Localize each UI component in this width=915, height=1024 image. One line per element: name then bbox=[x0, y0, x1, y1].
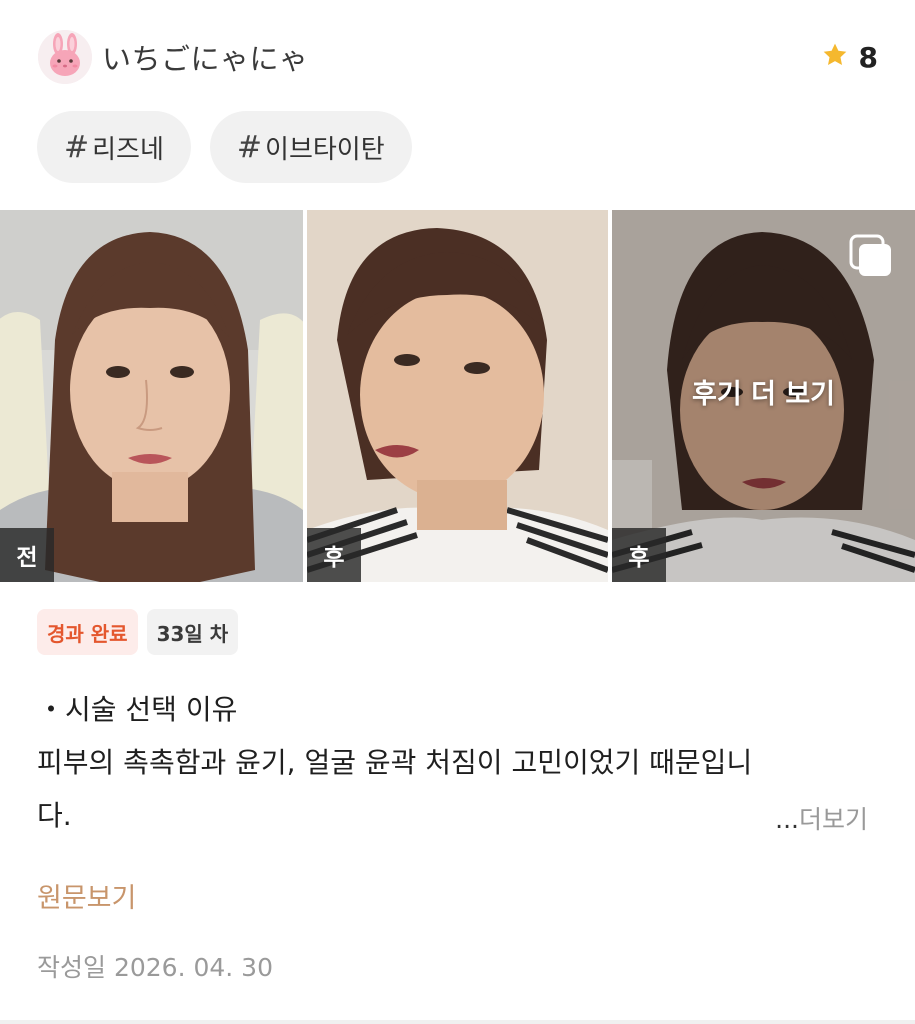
bunny-avatar-icon[interactable] bbox=[38, 30, 92, 84]
before-photo[interactable]: 전 bbox=[0, 210, 303, 582]
photo-gallery: 전 후 후기 더 보기 후 bbox=[0, 210, 915, 582]
rating: 8 bbox=[821, 41, 878, 74]
review-text: ・시술 선택 이유 피부의 촉촉함과 윤기, 얼굴 윤곽 처짐이 고민이었기 때… bbox=[37, 683, 867, 842]
after-label: 후 bbox=[612, 528, 666, 582]
after-photo-more[interactable]: 후기 더 보기 후 bbox=[612, 210, 915, 582]
read-more-link[interactable]: ...더보기 bbox=[775, 800, 868, 836]
hashtag-chip[interactable]: # 이브타이탄 bbox=[209, 111, 412, 183]
hashtag-label: 리즈네 bbox=[92, 134, 164, 165]
ellipsis: ... bbox=[775, 805, 799, 834]
after-photo[interactable]: 후 bbox=[307, 210, 608, 582]
before-label: 전 bbox=[0, 528, 54, 582]
hashtag-chip[interactable]: # 리즈네 bbox=[37, 111, 191, 183]
after-label: 후 bbox=[307, 528, 361, 582]
day-count-badge: 33일 차 bbox=[146, 609, 239, 655]
hashtag-label: 이브타이탄 bbox=[265, 134, 385, 165]
read-more-label: 더보기 bbox=[798, 805, 868, 834]
view-original-link[interactable]: 원문보기 bbox=[37, 876, 136, 915]
hashtag-list: # 리즈네 # 이브타이탄 bbox=[37, 111, 412, 183]
status-badge: 경과 완료 bbox=[37, 609, 138, 655]
review-line: ・시술 선택 이유 bbox=[37, 693, 238, 726]
author-name[interactable]: いちごにゃにゃ bbox=[102, 36, 309, 78]
status-badges: 경과 완료 33일 차 bbox=[37, 609, 239, 655]
written-date: 작성일 2026. 04. 30 bbox=[37, 953, 273, 982]
review-line: 피부의 촉촉함과 윤기, 얼굴 윤곽 처짐이 고민이었기 때문입니 bbox=[37, 746, 753, 779]
review-line: 다. bbox=[37, 799, 72, 832]
rating-value: 8 bbox=[858, 40, 878, 74]
multiple-images-icon bbox=[849, 234, 893, 278]
hash-icon: # bbox=[64, 129, 90, 165]
review-header: いちごにゃにゃ 8 bbox=[38, 30, 878, 84]
hash-icon: # bbox=[236, 129, 263, 165]
star-icon bbox=[821, 41, 849, 73]
divider bbox=[0, 1020, 915, 1024]
